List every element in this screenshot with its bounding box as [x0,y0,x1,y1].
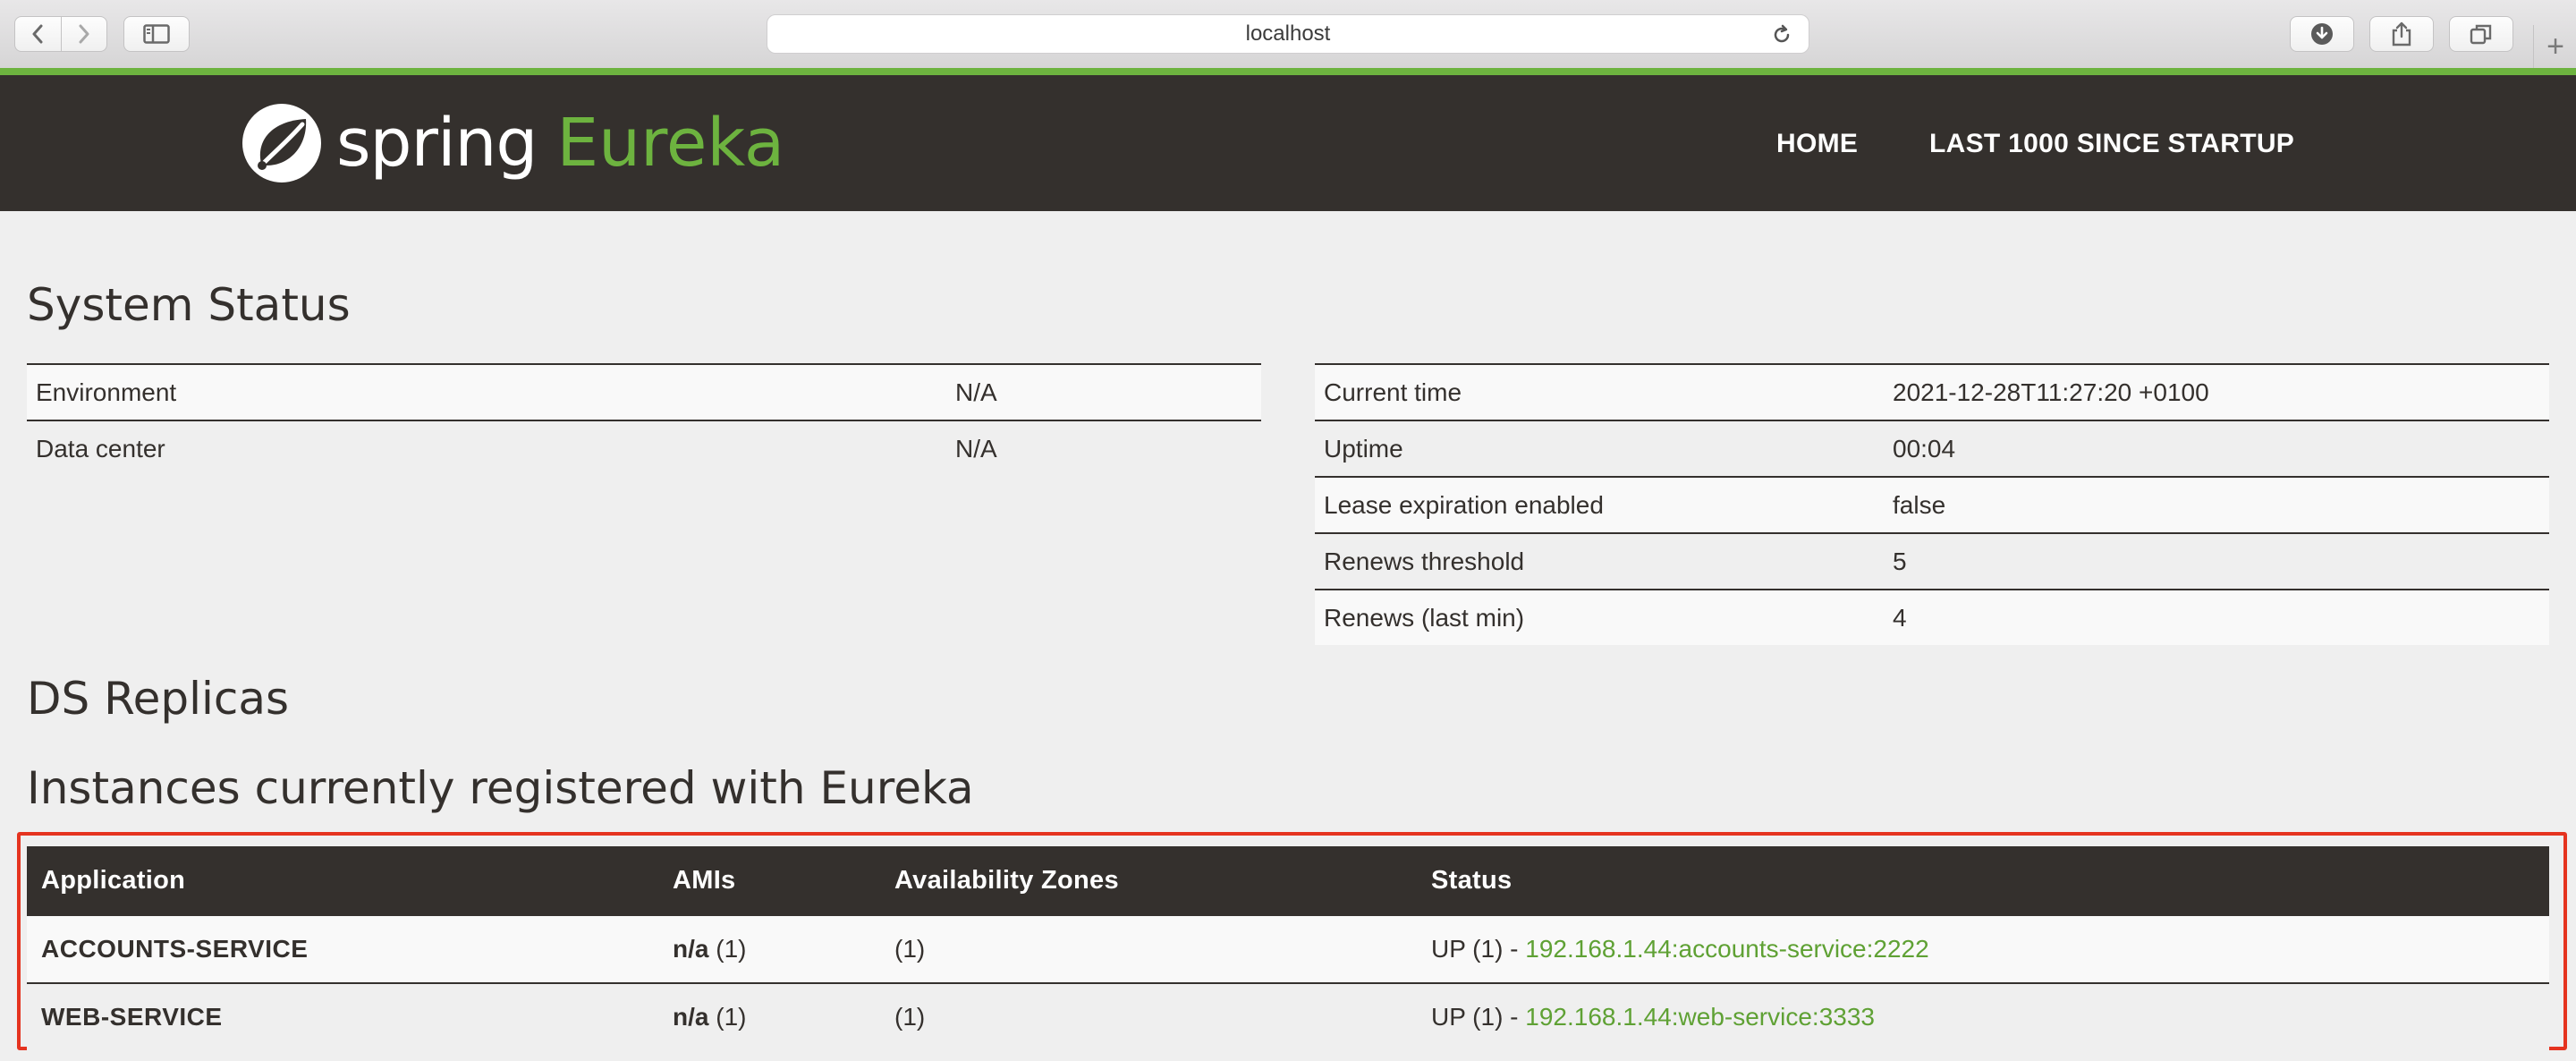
history-nav-group [14,16,107,52]
address-bar[interactable]: localhost [767,14,1809,54]
nav-last1000-link[interactable]: LAST 1000 SINCE STARTUP [1929,129,2294,159]
share-button[interactable] [2369,16,2434,52]
status-text: UP (1) - [1431,935,1526,963]
table-value: 00:04 [1884,420,2549,477]
ami-value: n/a [673,1003,709,1031]
table-value: 4 [1884,589,2549,645]
share-icon [2392,21,2411,47]
column-header-zones: Availability Zones [880,846,1417,915]
table-value: N/A [946,420,1261,476]
instances-title: Instances currently registered with Eure… [27,762,974,814]
back-button[interactable] [15,17,61,51]
zones-cell: (1) [880,914,1417,983]
table-row: Data center N/A [27,420,1261,476]
table-row: Current time 2021-12-28T11:27:20 +0100 [1315,363,2549,420]
ami-cell: n/a (1) [658,982,880,1050]
environment-table: Environment N/A Data center N/A [27,363,1261,476]
column-header-application: Application [27,846,658,915]
table-key: Lease expiration enabled [1315,476,1884,533]
chevron-right-icon [79,24,89,44]
instance-link[interactable]: 192.168.1.44:web-service:3333 [1525,1003,1875,1031]
table-row: Renews threshold 5 [1315,532,2549,590]
table-key: Renews (last min) [1315,589,1884,645]
sidebar-toggle-button[interactable] [123,16,190,52]
status-info-table: Current time 2021-12-28T11:27:20 +0100 U… [1315,363,2549,645]
ami-value: n/a [673,935,709,963]
ami-cell: n/a (1) [658,914,880,983]
application-name: ACCOUNTS-SERVICE [27,914,658,983]
table-key: Uptime [1315,420,1884,477]
download-icon [2311,23,2333,45]
browser-toolbar: localhost + [0,0,2576,69]
sidebar-icon [143,24,170,44]
table-header-row: Application AMIs Availability Zones Stat… [27,846,2549,915]
downloads-button[interactable] [2290,16,2354,52]
forward-button[interactable] [60,17,107,51]
table-row: Lease expiration enabled false [1315,476,2549,533]
show-tabs-button[interactable] [2449,16,2513,52]
table-key: Renews threshold [1315,532,1884,590]
table-value: 2021-12-28T11:27:20 +0100 [1884,363,2549,420]
status-cell: UP (1) - 192.168.1.44:accounts-service:2… [1417,914,2549,983]
ami-count: (1) [716,935,747,963]
instance-link[interactable]: 192.168.1.44:accounts-service:2222 [1525,935,1928,963]
chevron-left-icon [32,24,43,44]
tabs-overview-icon [2470,24,2492,45]
table-value: 5 [1884,532,2549,590]
instances-table: Application AMIs Availability Zones Stat… [27,846,2549,1050]
table-value: false [1884,476,2549,533]
table-key: Data center [27,420,946,476]
table-row: Uptime 00:04 [1315,420,2549,477]
table-row: Environment N/A [27,363,1261,420]
zones-cell: (1) [880,982,1417,1050]
logo-eureka-text: Eureka [556,105,785,182]
nav-home-link[interactable]: HOME [1776,129,1858,159]
column-header-status: Status [1417,846,2549,915]
table-key: Environment [27,363,946,420]
reload-icon[interactable] [1771,24,1792,46]
spring-eureka-logo[interactable]: spring Eureka [240,95,784,191]
ami-count: (1) [716,1003,747,1031]
table-value: N/A [946,363,1261,420]
spring-leaf-icon [242,104,321,182]
column-header-amis: AMIs [658,846,880,915]
logo-spring-text: spring [336,105,538,182]
navbar: spring Eureka HOME LAST 1000 SINCE START… [0,75,2576,211]
table-row: WEB-SERVICE n/a (1) (1) UP (1) - 192.168… [27,982,2549,1050]
plus-icon: + [2546,29,2564,64]
ds-replicas-title: DS Replicas [27,673,290,725]
table-row: Renews (last min) 4 [1315,589,2549,645]
system-status-title: System Status [27,279,351,331]
application-name: WEB-SERVICE [27,982,658,1050]
table-row: ACCOUNTS-SERVICE n/a (1) (1) UP (1) - 19… [27,914,2549,983]
address-text: localhost [1245,21,1331,46]
status-text: UP (1) - [1431,1003,1526,1031]
table-key: Current time [1315,363,1884,420]
accent-strip [0,68,2576,75]
new-tab-button[interactable]: + [2533,25,2576,68]
status-cell: UP (1) - 192.168.1.44:web-service:3333 [1417,982,2549,1050]
